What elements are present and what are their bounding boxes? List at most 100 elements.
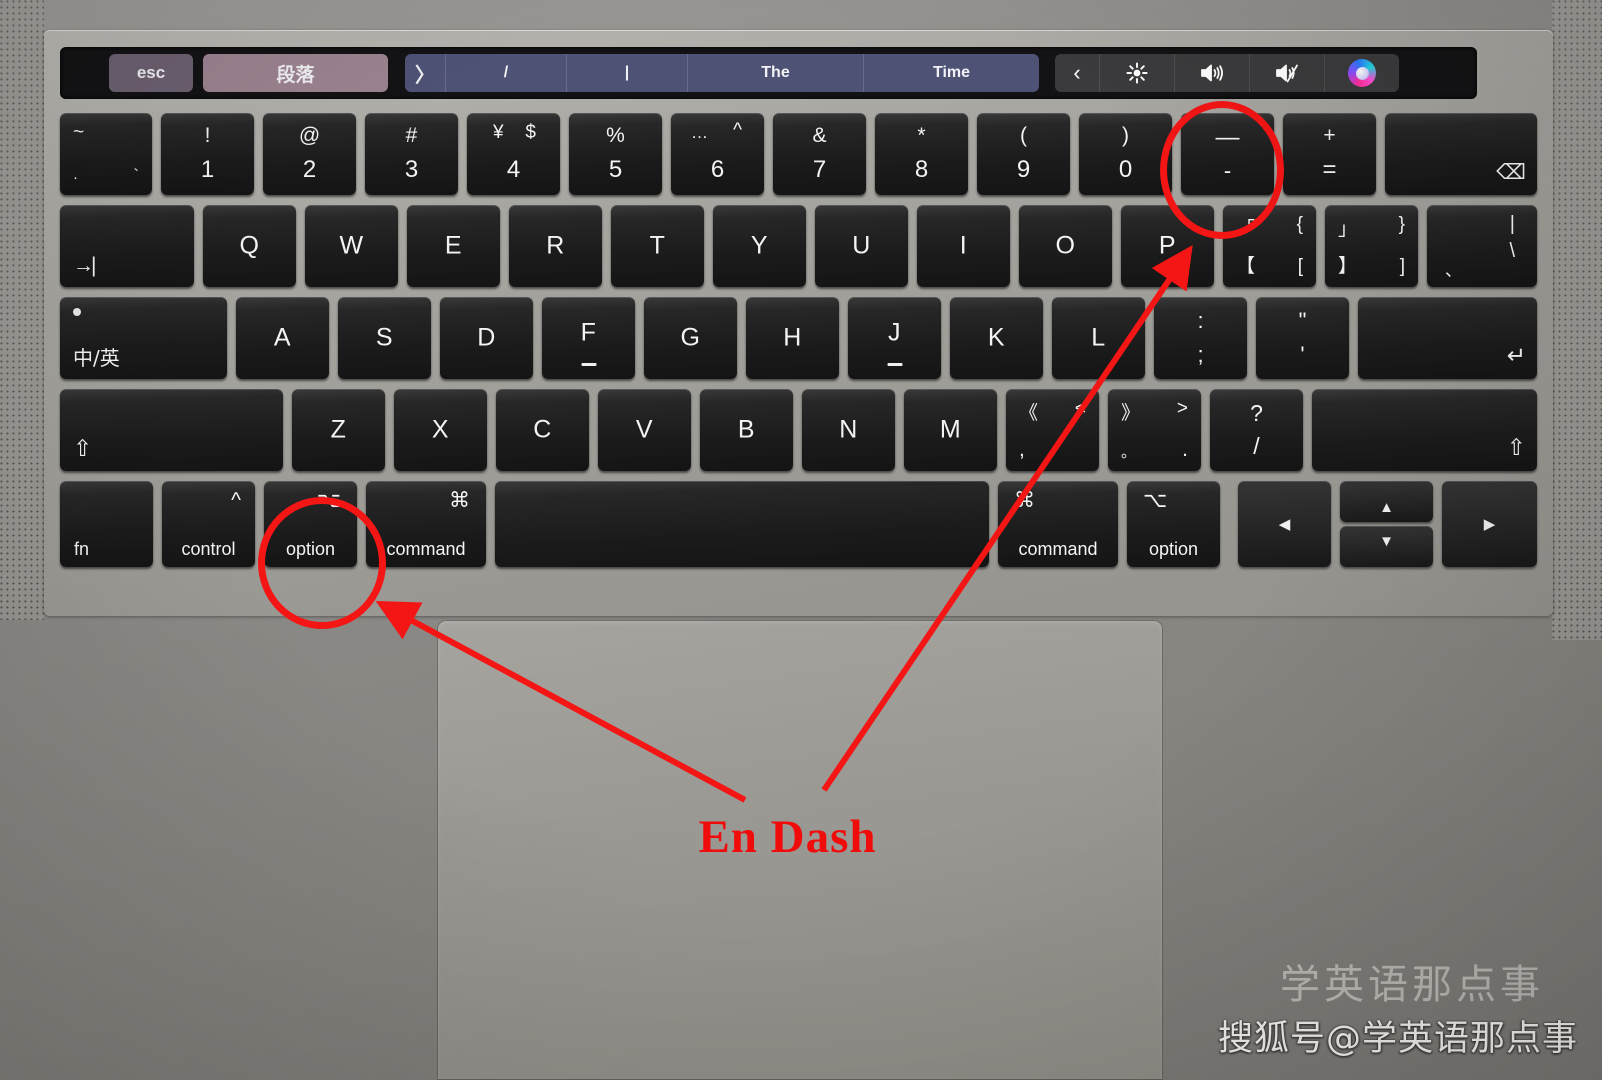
key-letter-k[interactable]: K: [950, 297, 1043, 379]
key-semicolon[interactable]: : ;: [1154, 297, 1247, 379]
key-label: X: [431, 415, 450, 444]
touchbar-suggestion-2[interactable]: The: [688, 54, 864, 92]
key-label-secondary: 。: [1121, 443, 1137, 461]
key-arrow-up[interactable]: ▲: [1340, 481, 1433, 522]
touchbar-suggestion-bar[interactable]: 〉 / | The Time: [405, 54, 1039, 92]
command-symbol-icon: ⌘: [1014, 489, 1035, 512]
key-quote[interactable]: " ': [1256, 297, 1349, 379]
key-label: control: [181, 539, 236, 559]
key-shift-label: ): [1122, 124, 1129, 147]
key-tab[interactable]: →|: [60, 205, 194, 287]
arrow-right-icon: ▶: [1483, 516, 1496, 533]
brightness-icon[interactable]: [1100, 54, 1175, 92]
key-control[interactable]: ^ control: [162, 481, 255, 567]
key-backslash[interactable]: | \ 、: [1427, 205, 1537, 287]
key-period[interactable]: 》 > 。 .: [1108, 389, 1201, 471]
siri-icon[interactable]: [1325, 54, 1399, 92]
key-label: K: [987, 323, 1006, 352]
key-digit-5[interactable]: % 5: [569, 113, 662, 195]
key-letter-y[interactable]: Y: [713, 205, 806, 287]
key-digit-8[interactable]: * 8: [875, 113, 968, 195]
key-letter-d[interactable]: D: [440, 297, 533, 379]
watermark-secondary: 搜狐号@学英语那点事: [1217, 1019, 1578, 1059]
key-comma[interactable]: 《 < ,: [1006, 389, 1099, 471]
key-letter-f[interactable]: F: [542, 297, 635, 379]
key-label: P: [1158, 231, 1177, 260]
key-letter-w[interactable]: W: [305, 205, 398, 287]
key-shift-label: ": [1298, 308, 1307, 333]
touchbar-suggestion-1[interactable]: |: [567, 54, 688, 92]
mute-icon[interactable]: [1250, 54, 1325, 92]
key-arrow-down[interactable]: ▼: [1340, 526, 1433, 567]
key-letter-z[interactable]: Z: [292, 389, 385, 471]
touchbar-paragraph-button[interactable]: 段落: [203, 54, 388, 92]
key-tilde-grave[interactable]: ~ · `: [60, 113, 152, 195]
key-shift-label: &: [812, 124, 827, 147]
key-arrow-right[interactable]: ▶: [1442, 481, 1537, 567]
key-option-right[interactable]: ⌥ option: [1127, 481, 1220, 567]
key-letter-g[interactable]: G: [644, 297, 737, 379]
key-return[interactable]: ↵: [1358, 297, 1537, 379]
key-label: A: [273, 323, 292, 352]
key-letter-a[interactable]: A: [236, 297, 329, 379]
key-letter-u[interactable]: U: [815, 205, 908, 287]
key-equal-plus[interactable]: + =: [1283, 113, 1376, 195]
key-letter-v[interactable]: V: [598, 389, 691, 471]
touchbar-suggestion-0[interactable]: /: [446, 54, 567, 92]
key-letter-m[interactable]: M: [904, 389, 997, 471]
key-letter-s[interactable]: S: [338, 297, 431, 379]
key-digit-4[interactable]: ¥ $ 4: [467, 113, 560, 195]
key-digit-1[interactable]: ! 1: [161, 113, 254, 195]
key-label: Y: [750, 231, 769, 260]
key-letter-b[interactable]: B: [700, 389, 793, 471]
highlight-ring-option-key: [258, 497, 386, 629]
key-letter-o[interactable]: O: [1019, 205, 1112, 287]
key-shift-label: +: [1323, 124, 1336, 147]
key-digit-3[interactable]: # 3: [365, 113, 458, 195]
touchbar-suggestion-chevron[interactable]: 〉: [405, 54, 446, 92]
touchbar-suggestion-3[interactable]: Time: [864, 54, 1039, 92]
key-digit-6[interactable]: … ^ 6: [671, 113, 764, 195]
key-arrow-left[interactable]: ◀: [1238, 481, 1331, 567]
key-letter-r[interactable]: R: [509, 205, 602, 287]
key-label: U: [852, 231, 871, 260]
key-bracket-right[interactable]: 」 } 】 ]: [1325, 205, 1418, 287]
key-digit-0[interactable]: ) 0: [1079, 113, 1172, 195]
touchbar-control-strip[interactable]: ‹: [1055, 54, 1399, 92]
key-label: ]: [1399, 256, 1405, 277]
key-shift-label: >: [1176, 398, 1188, 419]
key-letter-h[interactable]: H: [746, 297, 839, 379]
key-slash[interactable]: ? /: [1210, 389, 1303, 471]
key-letter-j[interactable]: J: [848, 297, 941, 379]
key-digit-7[interactable]: & 7: [773, 113, 866, 195]
key-command-right[interactable]: ⌘ command: [998, 481, 1118, 567]
key-shift-label: $: [525, 122, 536, 143]
key-letter-c[interactable]: C: [496, 389, 589, 471]
key-digit-9[interactable]: ( 9: [977, 113, 1070, 195]
key-letter-x[interactable]: X: [394, 389, 487, 471]
touchbar-esc-button[interactable]: esc: [109, 54, 193, 92]
key-letter-t[interactable]: T: [611, 205, 704, 287]
key-shift-right[interactable]: ⇧: [1312, 389, 1537, 471]
key-shift-left[interactable]: ⇧: [60, 389, 283, 471]
touch-bar[interactable]: esc 段落 〉 / | The Time ‹: [60, 47, 1477, 99]
volume-up-icon[interactable]: [1175, 54, 1250, 92]
key-label: [: [1297, 256, 1303, 277]
key-letter-n[interactable]: N: [802, 389, 895, 471]
key-shift-label-secondary: 《: [1019, 402, 1039, 424]
key-shift-label-secondary: ¥: [493, 122, 504, 143]
key-shift-label: ^: [733, 120, 742, 141]
key-space[interactable]: [495, 481, 989, 567]
key-fn[interactable]: fn: [60, 481, 153, 567]
key-digit-2[interactable]: @ 2: [263, 113, 356, 195]
key-shift-label: (: [1020, 124, 1027, 147]
key-letter-q[interactable]: Q: [203, 205, 296, 287]
chevron-left-icon[interactable]: ‹: [1055, 54, 1100, 92]
key-letter-l[interactable]: L: [1052, 297, 1145, 379]
key-caps-lock[interactable]: 中/英: [60, 297, 227, 379]
key-letter-e[interactable]: E: [407, 205, 500, 287]
key-letter-i[interactable]: I: [917, 205, 1010, 287]
key-label-secondary: 、: [1445, 261, 1462, 281]
key-label: 0: [1118, 156, 1133, 183]
key-delete[interactable]: ⌫: [1385, 113, 1537, 195]
